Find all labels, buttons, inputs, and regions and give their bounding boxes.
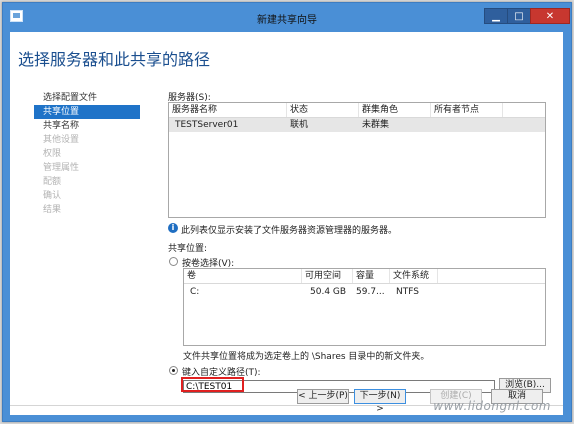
nav-item-share-name[interactable]: 共享名称 — [34, 119, 140, 133]
by-volume-radio[interactable] — [169, 257, 178, 266]
column-cluster-role[interactable]: 群集角色 — [359, 103, 431, 117]
server-list-header: 服务器名称 状态 群集角色 所有者节点 — [169, 103, 545, 118]
server-list[interactable]: 服务器名称 状态 群集角色 所有者节点 TESTServer01 联机 未群集 — [168, 102, 546, 218]
maximize-button[interactable]: □ — [507, 8, 531, 24]
title-bar[interactable]: 新建共享向导 ▁ □ ✕ — [3, 3, 571, 31]
nav-item-share-location[interactable]: 共享位置 — [34, 105, 140, 119]
minimize-button[interactable]: ▁ — [484, 8, 508, 24]
wizard-body: 选择服务器和此共享的路径 选择配置文件 共享位置 共享名称 其他设置 权限 管理… — [10, 32, 563, 415]
table-row[interactable]: C: 50.4 GB 59.7... NTFS — [184, 285, 545, 299]
wizard-nav: 选择配置文件 共享位置 共享名称 其他设置 权限 管理属性 配额 确认 结果 — [34, 91, 140, 217]
close-button[interactable]: ✕ — [530, 8, 570, 24]
nav-item-permissions: 权限 — [43, 149, 62, 159]
nav-item-results: 结果 — [43, 205, 62, 215]
info-icon: i — [168, 223, 178, 233]
nav-item-other-settings: 其他设置 — [43, 135, 80, 145]
server-status-cell: 联机 — [290, 120, 309, 130]
nav-item-management-properties: 管理属性 — [43, 163, 80, 173]
column-capacity[interactable]: 容量 — [353, 269, 390, 283]
wizard-window: 新建共享向导 ▁ □ ✕ 选择服务器和此共享的路径 选择配置文件 共享位置 共享… — [2, 2, 572, 422]
volume-cell: C: — [190, 287, 200, 297]
info-text: 此列表仅显示安装了文件服务器资源管理器的服务器。 — [181, 226, 398, 236]
table-row[interactable]: TESTServer01 联机 未群集 — [169, 118, 545, 132]
capacity-cell: 59.7... — [356, 287, 385, 297]
column-file-system[interactable]: 文件系统 — [390, 269, 438, 283]
column-owner-node[interactable]: 所有者节点 — [431, 103, 503, 117]
custom-path-radio[interactable] — [169, 366, 178, 375]
page-title: 选择服务器和此共享的路径 — [18, 50, 211, 69]
column-server-name[interactable]: 服务器名称 — [169, 103, 287, 117]
file-system-cell: NTFS — [396, 287, 419, 297]
server-role-cell: 未群集 — [362, 120, 390, 130]
watermark: www.lidongnl.com — [433, 399, 551, 413]
shares-note: 文件共享位置将成为选定卷上的 \Shares 目录中的新文件夹。 — [183, 352, 430, 362]
nav-item-confirmation: 确认 — [43, 191, 62, 201]
nav-item-quota: 配额 — [43, 177, 62, 187]
volume-list[interactable]: 卷 可用空间 容量 文件系统 C: 50.4 GB 59.7... NTFS — [183, 268, 546, 346]
free-space-cell: 50.4 GB — [310, 287, 347, 297]
share-location-label: 共享位置: — [168, 244, 208, 254]
column-status[interactable]: 状态 — [287, 103, 359, 117]
server-name-cell: TESTServer01 — [175, 120, 239, 130]
volume-list-header: 卷 可用空间 容量 文件系统 — [184, 269, 545, 284]
custom-path-label: 键入自定义路径(T): — [182, 368, 261, 378]
next-button[interactable]: 下一步(N) > — [354, 389, 406, 414]
nav-item-select-profile[interactable]: 选择配置文件 — [34, 91, 140, 105]
column-volume[interactable]: 卷 — [184, 269, 302, 283]
prev-button[interactable]: < 上一步(P) — [297, 389, 349, 404]
column-free-space[interactable]: 可用空间 — [302, 269, 353, 283]
